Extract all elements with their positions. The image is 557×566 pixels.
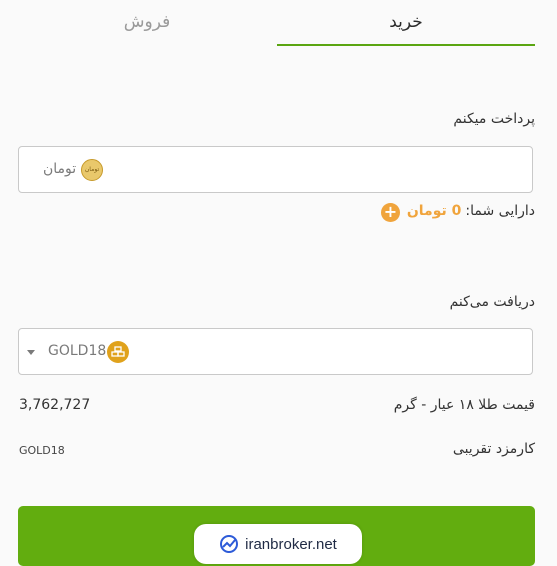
receive-selected: GOLD18 — [48, 343, 107, 359]
gold-bars-icon — [107, 341, 129, 363]
watermark-badge: iranbroker.net — [194, 524, 362, 564]
receive-select[interactable]: GOLD18 — [18, 328, 533, 375]
plus-icon: + — [383, 202, 398, 221]
tab-sell[interactable]: فروش — [18, 0, 276, 44]
fee-label: کارمزد تقریبی — [452, 441, 535, 457]
watermark-text: iranbroker.net — [245, 535, 337, 553]
balance-prefix: دارایی شما: — [465, 203, 535, 219]
price-value: 3,762,727 — [19, 397, 91, 413]
chart-logo-icon — [220, 535, 239, 553]
toman-coin-icon: تومان — [81, 159, 103, 181]
pay-field[interactable]: تومان تومان — [18, 146, 533, 193]
receive-label: دریافت می‌کنم — [449, 294, 535, 310]
trade-tabs: خرید فروش — [0, 0, 557, 46]
balance-row: دارایی شما: 0 تومان — [407, 203, 535, 219]
price-label: قیمت طلا ۱۸ عیار - گرم — [393, 397, 535, 413]
tab-buy[interactable]: خرید — [277, 0, 535, 46]
pay-label: پرداخت میکنم — [453, 111, 535, 127]
chevron-down-icon[interactable] — [27, 350, 35, 355]
add-balance-button[interactable]: + — [381, 203, 400, 222]
toman-coin-text: تومان — [84, 166, 100, 173]
fee-value: GOLD18 — [19, 444, 65, 457]
balance-amount: 0 تومان — [406, 203, 462, 219]
pay-currency: تومان — [43, 161, 77, 177]
